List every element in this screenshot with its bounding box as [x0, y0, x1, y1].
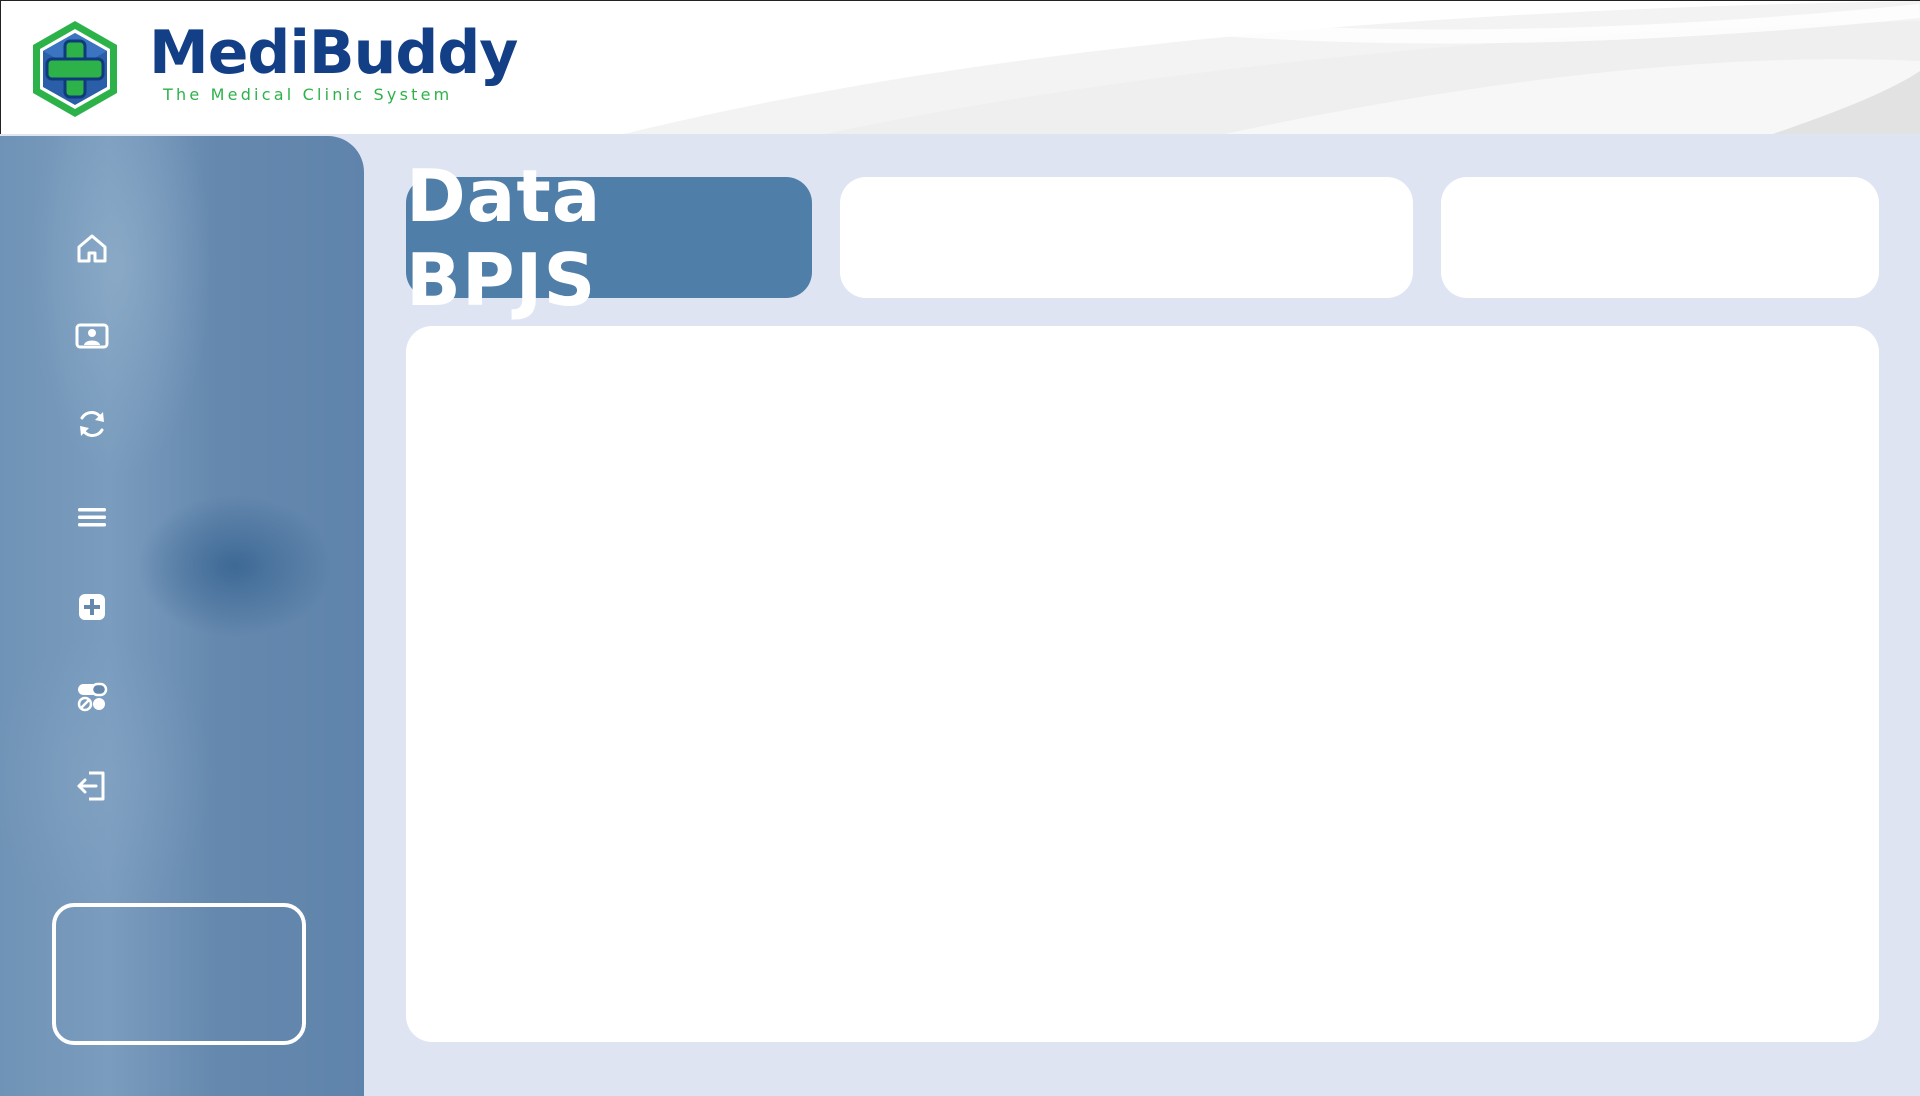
- header-decoration: [624, 1, 1920, 134]
- app-logo-name: MediBuddy: [149, 18, 518, 88]
- sidebar-item-patient[interactable]: [72, 316, 112, 356]
- info-card-1: [840, 177, 1413, 298]
- patient-card-icon: [75, 323, 109, 349]
- sidebar: [0, 136, 364, 1096]
- medical-plus-icon: [79, 594, 105, 620]
- sidebar-item-home[interactable]: [72, 228, 112, 268]
- menu-icon: [78, 508, 106, 527]
- pills-icon: [77, 682, 108, 712]
- sidebar-item-menu[interactable]: [72, 497, 112, 537]
- logout-icon: [77, 771, 105, 801]
- sidebar-user-panel: [52, 903, 306, 1045]
- sidebar-item-logout[interactable]: [72, 766, 112, 806]
- info-card-2: [1441, 177, 1879, 298]
- refresh-icon: [80, 411, 104, 437]
- content-panel: [406, 326, 1879, 1042]
- sidebar-item-medicine[interactable]: [72, 677, 112, 717]
- app-tagline: The Medical Clinic System: [163, 85, 453, 104]
- sidebar-item-medical[interactable]: [72, 587, 112, 627]
- page-title: Data BPJS: [406, 154, 812, 322]
- logo-icon: [25, 19, 125, 119]
- header-bar: MediBuddy The Medical Clinic System: [0, 0, 1920, 134]
- home-icon: [77, 234, 107, 263]
- sidebar-item-refresh[interactable]: [72, 404, 112, 444]
